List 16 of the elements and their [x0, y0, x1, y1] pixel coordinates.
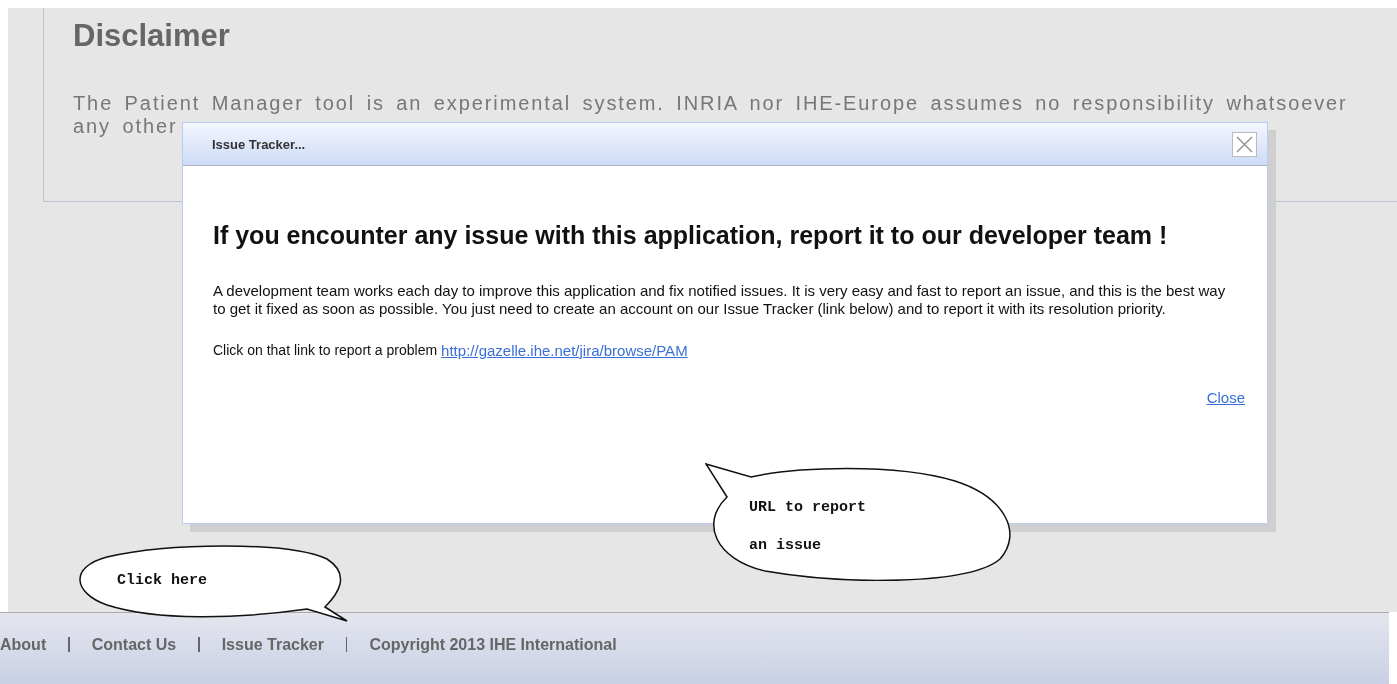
callout-text: Click here: [117, 571, 207, 591]
close-link[interactable]: Close: [1206, 389, 1245, 406]
issue-tracker-link[interactable]: http://gazelle.ihe.net/jira/browse/PAM: [441, 342, 688, 359]
close-icon[interactable]: [1232, 131, 1257, 157]
disclaimer-title: Disclaimer: [73, 18, 231, 54]
dialog-title: Issue Tracker...: [212, 136, 306, 152]
link-prompt: Click on that link to report a problem: [213, 342, 438, 359]
copyright-text: Copyright 2013 IHE International: [369, 635, 617, 654]
footer-link[interactable]: Contact Us: [91, 635, 177, 654]
footer-link[interactable]: Issue Tracker: [221, 635, 324, 654]
dialog-text: A development team works each day to improve this application and fix notified issues. It is very easy and fast to report an issue, and this is the best way to get it fixed as soon as possible. You just need to create an account on our Issue Tracker (link below) and to report it with its resolution priority.: [213, 282, 1227, 318]
callout-text: URL to report an issue: [749, 498, 868, 556]
footer-link[interactable]: About: [0, 635, 47, 654]
disclaimer-text: The Patient Manager tool is an experimental system. INRIA nor IHE-Europe assumes no responsibility whatsoever: [73, 92, 1348, 115]
dialog-heading: If you encounter any issue with this application, report it to our developer team !: [213, 220, 1169, 251]
disclaimer-text: any other: [73, 115, 178, 138]
